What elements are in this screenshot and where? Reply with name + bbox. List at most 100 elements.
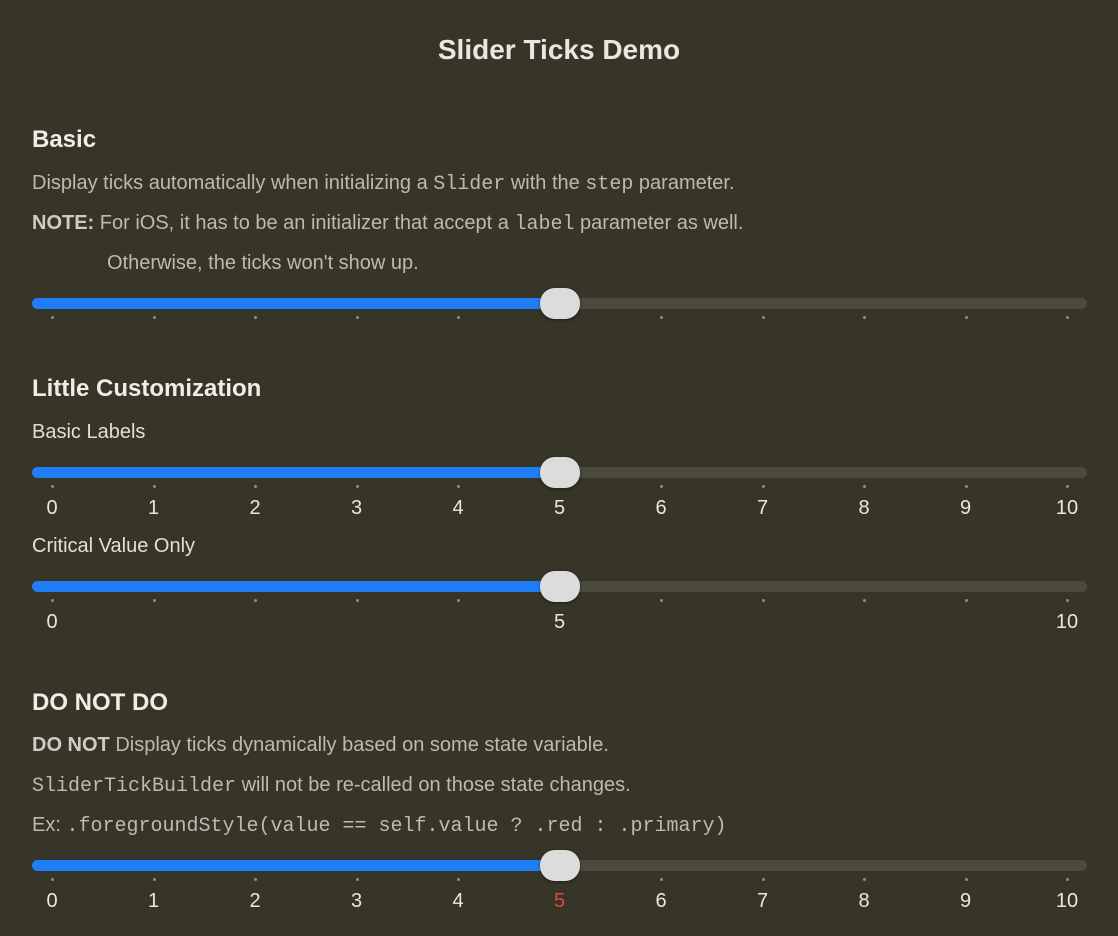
slider-critical-value[interactable]: 0 5 10 <box>32 571 1087 633</box>
slider-tick-label: 0 <box>46 497 58 519</box>
slider-tick <box>964 878 968 881</box>
slider-tick <box>51 316 54 319</box>
slider-tick <box>254 599 257 602</box>
slider-tick-label: 2 <box>249 890 261 912</box>
slider-tick <box>152 485 156 488</box>
slider-tick <box>254 878 257 881</box>
basic-desc-text: Display ticks automatically when initial… <box>32 172 434 194</box>
code-foreground-style: .foregroundStyle(value == self.value ? .… <box>66 815 727 838</box>
slider-tick <box>457 316 460 319</box>
slider-basic-labels[interactable]: 0 1 2 3 4 5 6 7 8 9 10 <box>32 457 1087 519</box>
donot-text: Ex: <box>32 814 67 836</box>
slider-tick <box>152 599 156 602</box>
slider-tick <box>964 485 968 488</box>
basic-desc-text: parameter. <box>633 172 735 194</box>
slider-thumb[interactable] <box>539 850 580 881</box>
slider-tick-label: 7 <box>756 890 769 912</box>
slider-tick <box>660 599 663 602</box>
window-title: Slider Ticks Demo <box>437 34 681 65</box>
slider-tick-label: 8 <box>858 497 870 519</box>
slider-basic[interactable] <box>32 288 1087 348</box>
slider-tick-label: 5 <box>553 497 566 519</box>
slider-tick <box>761 316 765 319</box>
slider-tick <box>863 316 866 319</box>
slider-tick-label: 10 <box>1055 611 1079 633</box>
code-slider: Slider <box>433 173 506 196</box>
slider-tick-label: 0 <box>46 611 58 633</box>
slider-tick-label: 0 <box>46 890 58 912</box>
basic-labels-label: Basic Labels <box>32 421 146 443</box>
slider-tick <box>1066 485 1069 488</box>
slider-thumb[interactable] <box>539 288 580 319</box>
slider-tick <box>254 316 257 319</box>
slider-tick-label: 5 <box>553 611 566 633</box>
slider-tick-label: 3 <box>350 497 363 519</box>
slider-tick-label: 7 <box>756 497 769 519</box>
slider-thumb[interactable] <box>539 457 580 488</box>
basic-note-continuation: Otherwise, the ticks won't show up. <box>107 252 419 274</box>
slider-tick <box>152 316 156 319</box>
slider-tick-label: 9 <box>959 890 972 912</box>
slider-tick <box>355 485 359 488</box>
slider-tick <box>457 878 460 881</box>
donot-text: will not be re-called on those state cha… <box>236 774 631 796</box>
slider-tick <box>660 878 663 881</box>
critical-value-label: Critical Value Only <box>32 535 196 557</box>
slider-tick <box>761 878 765 881</box>
slider-do-not-do[interactable]: 0 1 2 3 4 5 6 7 8 9 10 <box>32 850 1087 912</box>
slider-tick <box>964 316 968 319</box>
slider-tick-label: 2 <box>249 497 261 519</box>
slider-tick <box>863 485 866 488</box>
slider-tick <box>964 599 968 602</box>
note-text: parameter as well. <box>574 212 744 234</box>
code-step: step <box>585 173 634 196</box>
slider-tick-label: 1 <box>147 890 160 912</box>
slider-tick <box>152 878 156 881</box>
slider-tick-label: 3 <box>350 890 363 912</box>
slider-tick <box>254 485 257 488</box>
code-slider-tick-builder: SliderTickBuilder <box>32 775 237 798</box>
note-text: For iOS, it has to be an initializer tha… <box>94 212 515 234</box>
slider-tick <box>355 599 359 602</box>
slider-tick <box>761 485 765 488</box>
code-label: label <box>514 213 575 236</box>
donot-text: Display ticks dynamically based on some … <box>109 734 609 756</box>
slider-tick <box>457 599 460 602</box>
slider-tick-label: 4 <box>452 890 464 912</box>
slider-tick <box>457 485 460 488</box>
donot-line1: DO NOT Display ticks dynamically based o… <box>32 734 609 757</box>
slider-thumb[interactable] <box>539 571 580 602</box>
slider-tick <box>355 316 359 319</box>
slider-tick <box>863 599 866 602</box>
slider-tick <box>51 599 54 602</box>
slider-tick <box>1066 599 1069 602</box>
donot-line3: Ex: .foregroundStyle(value == self.value… <box>32 814 727 838</box>
slider-tick-label: 1 <box>147 497 160 519</box>
basic-note-line: NOTE: For iOS, it has to be an initializ… <box>32 212 743 236</box>
donot-line2: SliderTickBuilder will not be re-called … <box>32 774 631 798</box>
section-heading-basic: Basic <box>32 126 97 153</box>
basic-desc-text: with the <box>505 172 586 194</box>
note-strong: NOTE: <box>32 212 95 234</box>
slider-tick-label: 4 <box>452 497 464 519</box>
slider-tick <box>761 599 765 602</box>
slider-tick <box>660 316 663 319</box>
slider-fill <box>32 298 560 309</box>
slider-tick-label: 6 <box>655 890 667 912</box>
slider-tick-label: 8 <box>858 890 870 912</box>
slider-fill <box>32 467 560 478</box>
slider-tick <box>1066 316 1069 319</box>
slider-fill <box>32 860 560 871</box>
slider-fill <box>32 581 560 592</box>
slider-tick-label: 9 <box>959 497 972 519</box>
slider-tick <box>660 485 663 488</box>
slider-tick <box>355 878 359 881</box>
slider-tick <box>863 878 866 881</box>
slider-tick-label: 6 <box>655 497 667 519</box>
basic-description-line1: Display ticks automatically when initial… <box>32 172 735 196</box>
donot-strong: DO NOT <box>32 734 110 756</box>
slider-tick <box>51 878 54 881</box>
section-heading-do-not-do: DO NOT DO <box>32 689 168 716</box>
slider-tick-label: 10 <box>1055 890 1079 912</box>
section-heading-little-customization: Little Customization <box>32 375 262 402</box>
